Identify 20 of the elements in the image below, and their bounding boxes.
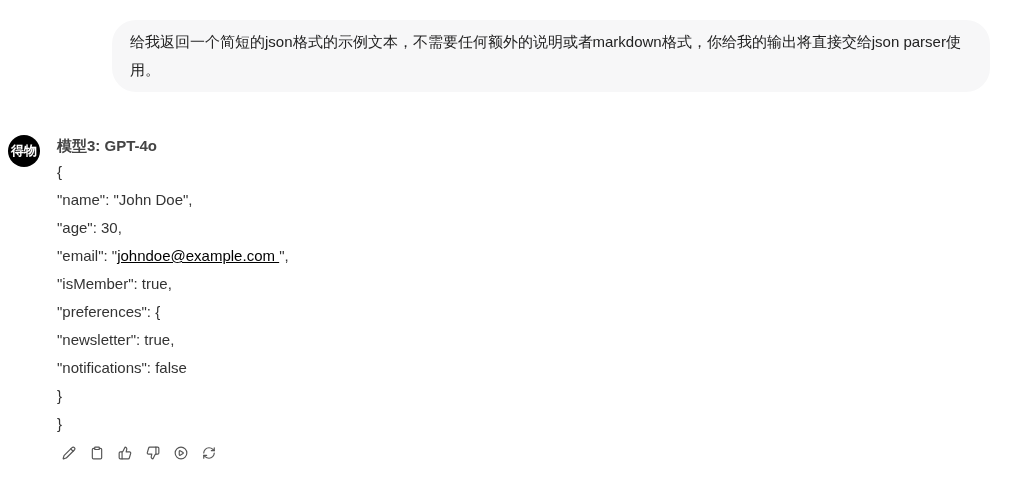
code-line: "name": "John Doe",: [57, 190, 194, 210]
refresh-icon[interactable]: [202, 446, 216, 460]
thumbs-up-icon[interactable]: [118, 446, 132, 460]
user-message: 给我返回一个简短的json格式的示例文本，不需要任何额外的说明或者markdown格式，你给我的输出将直接交给json parser使用。: [130, 33, 961, 78]
code-line: {: [57, 162, 63, 182]
code-line: "preferences": {: [57, 302, 162, 322]
code-line: }: [57, 414, 63, 434]
email-link[interactable]: johndoe@example.com: [117, 247, 280, 264]
code-line: "email": "johndoe@example.com ",: [57, 246, 289, 266]
avatar: 得物: [8, 135, 40, 167]
play-icon[interactable]: [174, 446, 188, 460]
code-line: "notifications": false: [57, 358, 188, 378]
code-line: }: [57, 386, 63, 406]
model-name: 模型3: GPT-4o: [57, 136, 158, 156]
code-line: "isMember": true,: [57, 274, 173, 294]
copy-icon[interactable]: [90, 446, 104, 460]
edit-icon[interactable]: [62, 446, 76, 460]
code-line: "newsletter": true,: [57, 330, 176, 350]
thumbs-down-icon[interactable]: [146, 446, 160, 460]
code-line: "age": 30,: [57, 218, 123, 238]
